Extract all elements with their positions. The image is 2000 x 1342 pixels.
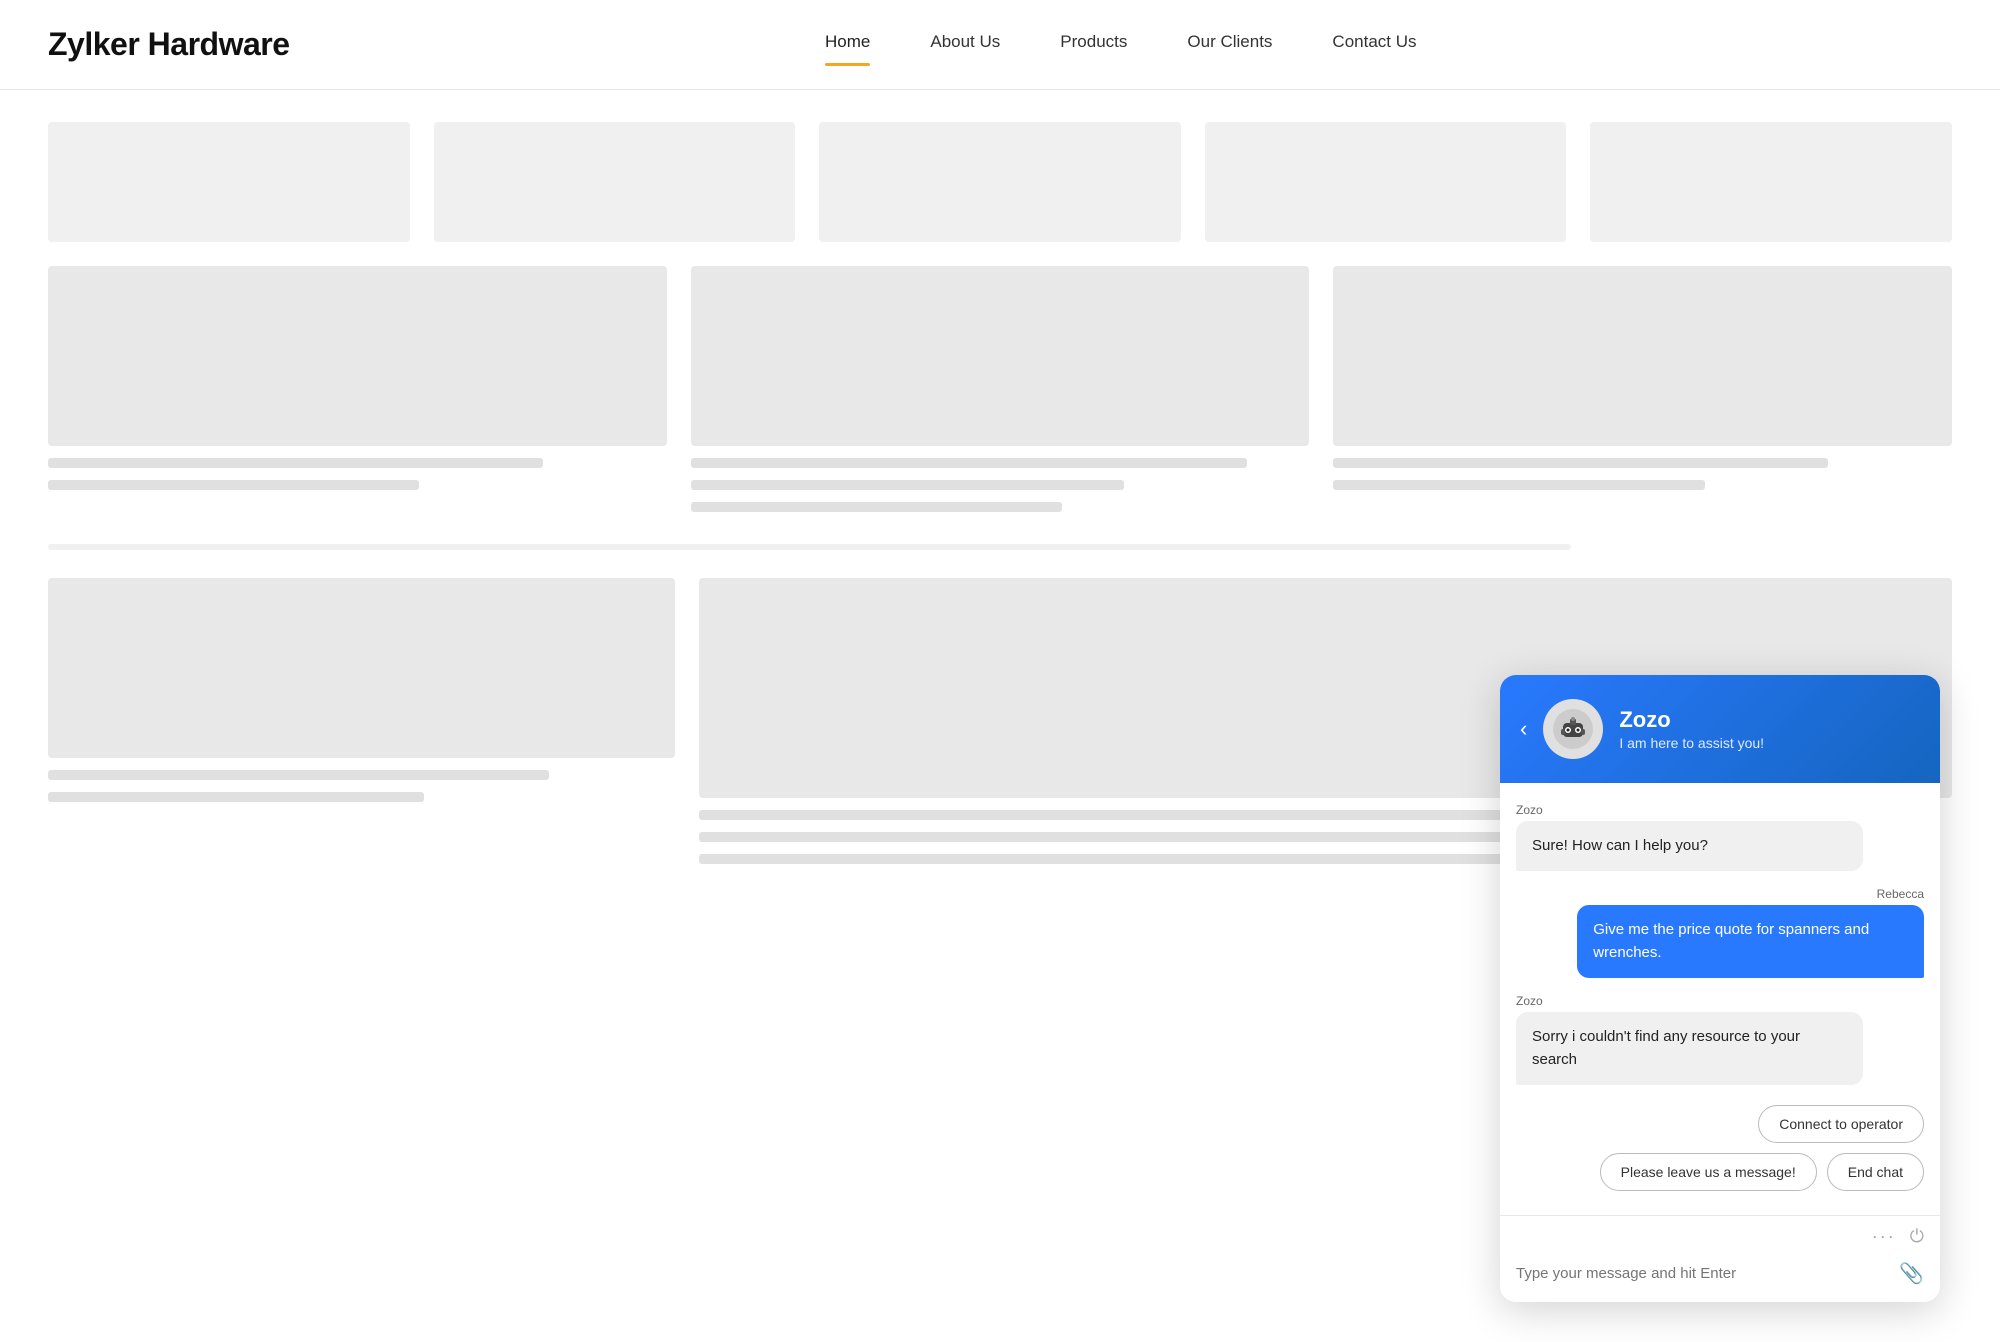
- skeleton-line: [48, 458, 543, 468]
- skeleton-line: [699, 832, 1576, 842]
- leave-message-button[interactable]: Please leave us a message!: [1600, 1153, 1817, 1191]
- navbar: Zylker Hardware Home About Us Products O…: [0, 0, 2000, 90]
- nav-clients[interactable]: Our Clients: [1187, 32, 1272, 58]
- chat-toolbar-dots[interactable]: ···: [1872, 1226, 1896, 1247]
- chat-input-area: 📎: [1500, 1253, 1940, 1302]
- chat-message-group-bot2: Zozo Sorry i couldn't find any resource …: [1516, 994, 1924, 1085]
- skeleton-line: [691, 502, 1062, 512]
- chat-sender-label: Zozo: [1516, 994, 1924, 1008]
- nav-links: Home About Us Products Our Clients Conta…: [825, 32, 1417, 58]
- site-logo: Zylker Hardware: [48, 26, 290, 63]
- chat-bubble-bot: Sure! How can I help you?: [1516, 821, 1863, 872]
- skeleton-line: [1333, 458, 1828, 468]
- chat-sender-label: Zozo: [1516, 803, 1924, 817]
- nav-products[interactable]: Products: [1060, 32, 1127, 58]
- skeleton-line: [691, 480, 1124, 490]
- chat-attach-icon[interactable]: 📎: [1899, 1261, 1924, 1286]
- chat-header: ‹ Zozo I am here to assist you!: [1500, 675, 1940, 783]
- chat-message-input[interactable]: [1516, 1265, 1891, 1282]
- skeleton-card: [1590, 122, 1952, 242]
- skeleton-col: [48, 578, 675, 864]
- skeleton-row-1: [48, 122, 1952, 242]
- chat-widget: ‹ Zozo I am here to assist you! Zozo: [1500, 675, 1940, 1303]
- nav-contact[interactable]: Contact Us: [1332, 32, 1416, 58]
- chat-bot-status: I am here to assist you!: [1619, 735, 1764, 751]
- end-chat-button[interactable]: End chat: [1827, 1153, 1924, 1191]
- chat-body: Zozo Sure! How can I help you? Rebecca G…: [1500, 783, 1940, 1216]
- chat-power-button[interactable]: ⏻: [1910, 1226, 1924, 1247]
- chat-message-group-user: Rebecca Give me the price quote for span…: [1516, 887, 1924, 978]
- skeleton-line: [48, 480, 419, 490]
- skeleton-image: [48, 266, 667, 446]
- nav-about[interactable]: About Us: [930, 32, 1000, 58]
- skeleton-card: [48, 122, 410, 242]
- skeleton-line: [691, 458, 1248, 468]
- chat-back-button[interactable]: ‹: [1520, 716, 1527, 742]
- skeleton-image: [48, 578, 675, 758]
- connect-operator-button[interactable]: Connect to operator: [1758, 1105, 1924, 1143]
- skeleton-image: [1333, 266, 1952, 446]
- chat-bubble-bot2: Sorry i couldn't find any resource to yo…: [1516, 1012, 1863, 1085]
- chat-action-row-2: Please leave us a message! End chat: [1600, 1153, 1924, 1191]
- chat-sender-label: Rebecca: [1877, 887, 1924, 901]
- chat-footer: ··· ⏻ 📎: [1500, 1215, 1940, 1302]
- skeleton-col: [1333, 266, 1952, 512]
- skeleton-col: [691, 266, 1310, 512]
- skeleton-card: [1205, 122, 1567, 242]
- skeleton-divider: [48, 544, 1571, 550]
- skeleton-col: [48, 266, 667, 512]
- skeleton-section-2: [48, 266, 1952, 512]
- skeleton-card: [434, 122, 796, 242]
- skeleton-image: [691, 266, 1310, 446]
- chat-toolbar: ··· ⏻: [1500, 1216, 1940, 1253]
- chat-header-info: Zozo I am here to assist you!: [1619, 707, 1764, 751]
- skeleton-card: [819, 122, 1181, 242]
- chat-actions: Connect to operator Please leave us a me…: [1516, 1101, 1924, 1199]
- skeleton-line: [48, 770, 549, 780]
- chat-bot-name: Zozo: [1619, 707, 1764, 733]
- chat-avatar: [1543, 699, 1603, 759]
- chat-message-group-bot1: Zozo Sure! How can I help you?: [1516, 803, 1924, 872]
- chat-action-row-1: Connect to operator: [1758, 1105, 1924, 1143]
- skeleton-line: [48, 792, 424, 802]
- skeleton-line: [1333, 480, 1704, 490]
- nav-home[interactable]: Home: [825, 32, 870, 58]
- chat-bubble-user: Give me the price quote for spanners and…: [1577, 905, 1924, 978]
